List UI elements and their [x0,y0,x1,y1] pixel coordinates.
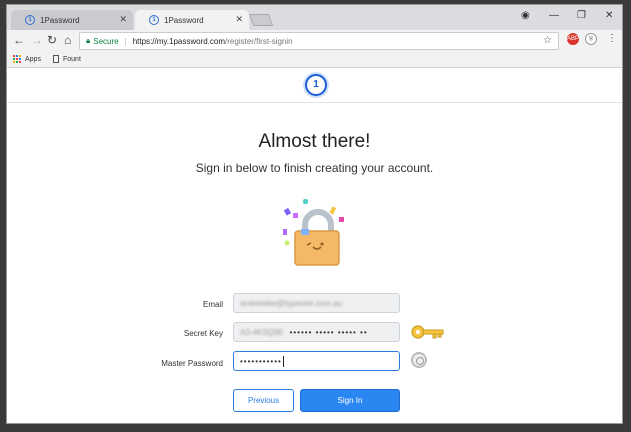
secret-key-label: Secret Key [183,329,223,338]
new-tab-button[interactable] [248,14,274,26]
email-field[interactable]: andrewlee@typeone.com.au [233,293,400,313]
bookmarks-bar: Apps Fount [7,52,622,68]
master-password-field[interactable]: ••••••••••• [233,351,400,371]
url-path: /register/first-signin [225,36,293,46]
sign-in-button[interactable]: Sign In [300,389,400,412]
adblock-extension-icon[interactable]: ABP [567,33,579,45]
shield-extension-icon[interactable]: ⛨ [585,33,597,45]
master-password-label: Master Password [161,359,223,368]
profile-icon[interactable]: ◉ [521,10,530,21]
1password-logo-icon[interactable]: 1 [305,74,327,96]
bookmark-label: Fount [63,55,81,63]
minimize-icon[interactable]: — [549,10,559,21]
page-header: 1 [7,69,622,103]
master-password-dots: ••••••••••• [240,356,282,366]
lock-icon: 🔒︎ [86,36,91,45]
text-caret [282,355,284,367]
divider: | [124,36,127,46]
page-title: Almost there! [258,131,371,152]
menu-dots-icon[interactable]: ⋮ [607,33,617,44]
apps-grid-icon [13,55,21,63]
document-icon [53,55,59,63]
bookmark-fount[interactable]: Fount [53,55,81,63]
1password-icon: 1 [25,15,35,25]
page-subtitle: Sign in below to finish creating your ac… [195,161,434,175]
1password-icon: 1 [149,15,159,25]
close-window-icon[interactable]: ✕ [605,10,613,21]
close-icon[interactable]: ✕ [235,14,243,25]
key-icon[interactable] [411,323,445,341]
previous-button[interactable]: Previous [233,389,294,412]
secret-key-field[interactable]: A3-4KSQ9E •••••• ••••• ••••• •• [233,322,400,342]
browser-toolbar: ← → ↻ ⌂ 🔒︎ Secure | https://my.1password… [7,30,622,52]
forward-arrow-icon[interactable]: → [31,33,43,47]
reveal-password-icon[interactable] [411,352,427,368]
bookmark-apps[interactable]: Apps [13,55,41,63]
tab-label: 1Password [40,15,80,25]
secret-key-prefix: A3-4KSQ9E [240,327,284,337]
tab-label: 1Password [164,15,204,25]
email-label: Email [202,300,223,309]
close-icon[interactable]: ✕ [119,14,127,25]
page-content: 1 Almost there! Sign in below to finish … [7,69,622,423]
bookmark-label: Apps [25,55,41,63]
secret-key-dots: •••••• ••••• ••••• •• [289,327,368,337]
tab-strip: 1 1Password ✕ 1 1Password ✕ ◉ — ❐ ✕ [7,5,622,30]
reload-icon[interactable]: ↻ [47,33,57,47]
url-host: https://my.1password.com [132,36,226,46]
padlock-illustration [283,199,344,266]
address-bar[interactable]: 🔒︎ Secure | https://my.1password.com /re… [79,32,559,50]
restore-icon[interactable]: ❐ [577,10,586,21]
tab-1password-2[interactable]: 1 1Password ✕ [135,10,249,30]
secure-label: Secure [93,36,119,46]
home-icon[interactable]: ⌂ [64,33,71,47]
bookmark-star-icon[interactable]: ☆ [543,35,552,46]
back-arrow-icon[interactable]: ← [13,33,25,47]
tab-1password-1[interactable]: 1 1Password ✕ [11,10,133,30]
browser-window: 1 1Password ✕ 1 1Password ✕ ◉ — ❐ ✕ ← → … [6,4,623,424]
email-value: andrewlee@typeone.com.au [240,298,342,308]
